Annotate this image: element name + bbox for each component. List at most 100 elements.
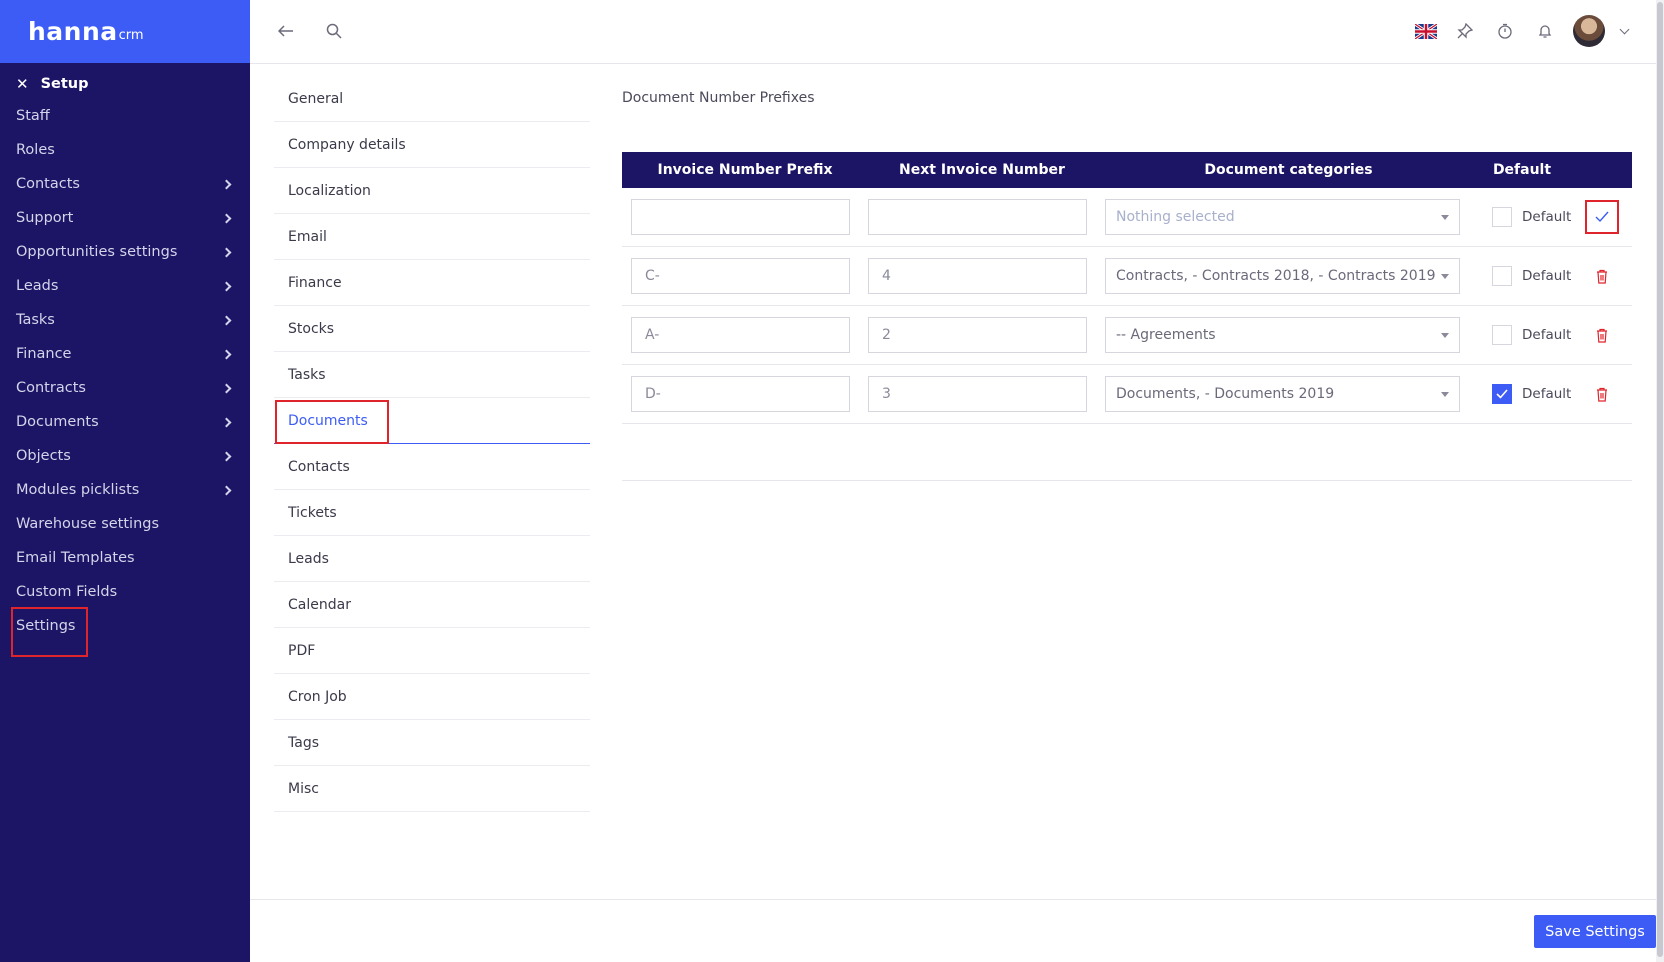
table-footer-spacer (622, 424, 1632, 481)
prefix-table: Invoice Number Prefix Next Invoice Numbe… (622, 152, 1632, 481)
sidebar-item-documents[interactable]: Documents (0, 405, 250, 439)
sidebar-item-modules-picklists[interactable]: Modules picklists (0, 473, 250, 507)
sidebar: hanna crm ✕ Setup Staff Roles Contacts Supp… (0, 0, 250, 962)
sidebar-item-support[interactable]: Support (0, 201, 250, 235)
next-number-input[interactable]: 4 (868, 258, 1087, 294)
check-icon (1496, 389, 1508, 399)
table-row: A- 2 -- Agreements Default (622, 306, 1632, 365)
sidebar-item-email-templates[interactable]: Email Templates (0, 541, 250, 575)
brand-suffix: crm (118, 28, 144, 43)
default-checkbox[interactable] (1492, 325, 1512, 345)
new-prefix-row: Nothing selected Default (622, 188, 1632, 247)
settings-menu-item-pdf[interactable]: PDF (274, 628, 590, 674)
table-header: Invoice Number Prefix Next Invoice Numbe… (622, 152, 1632, 188)
setup-title: Setup (40, 76, 89, 92)
footer: Save Settings (250, 899, 1656, 962)
chevron-right-icon (221, 417, 232, 427)
back-arrow-icon[interactable] (274, 19, 298, 43)
categories-select[interactable]: Nothing selected (1105, 199, 1460, 235)
settings-menu-item-documents[interactable]: Documents (274, 398, 590, 444)
settings-menu-item-stocks[interactable]: Stocks (274, 306, 590, 352)
save-settings-button[interactable]: Save Settings (1534, 915, 1656, 948)
prefix-input[interactable]: A- (631, 317, 850, 353)
settings-menu-item-localization[interactable]: Localization (274, 168, 590, 214)
chevron-right-icon (221, 451, 232, 461)
sidebar-item-label: Warehouse settings (16, 516, 160, 532)
pin-icon[interactable] (1453, 19, 1477, 43)
sidebar-item-label: Tasks (16, 312, 55, 328)
header-next-number: Next Invoice Number (899, 162, 1065, 178)
default-checkbox[interactable] (1492, 207, 1512, 227)
delete-row-button[interactable] (1593, 385, 1611, 403)
settings-menu-item-cron-job[interactable]: Cron Job (274, 674, 590, 720)
settings-menu-item-email[interactable]: Email (274, 214, 590, 260)
categories-select-value: Documents, - Documents 2019 (1116, 386, 1335, 402)
settings-menu-item-tags[interactable]: Tags (274, 720, 590, 766)
prefix-input[interactable]: D- (631, 376, 850, 412)
chevron-right-icon (221, 315, 232, 325)
search-icon[interactable] (322, 19, 346, 43)
settings-menu-item-misc[interactable]: Misc (274, 766, 590, 812)
categories-select-value: Nothing selected (1116, 209, 1235, 225)
chevron-right-icon (221, 213, 232, 223)
trash-icon (1597, 387, 1607, 402)
sidebar-item-tasks[interactable]: Tasks (0, 303, 250, 337)
settings-menu-item-contacts[interactable]: Contacts (274, 444, 590, 490)
sidebar-item-opportunities-settings[interactable]: Opportunities settings (0, 235, 250, 269)
categories-select[interactable]: Contracts, - Contracts 2018, - Contracts… (1105, 258, 1460, 294)
delete-row-button[interactable] (1593, 326, 1611, 344)
default-label: Default (1522, 209, 1572, 225)
default-checkbox[interactable] (1492, 384, 1512, 404)
sidebar-item-warehouse-settings[interactable]: Warehouse settings (0, 507, 250, 541)
settings-menu-item-finance[interactable]: Finance (274, 260, 590, 306)
default-checkbox[interactable] (1492, 266, 1512, 286)
sidebar-item-leads[interactable]: Leads (0, 269, 250, 303)
delete-row-button[interactable] (1593, 267, 1611, 285)
add-row-button[interactable] (1585, 200, 1619, 234)
sidebar-item-label: Roles (16, 142, 55, 158)
caret-down-icon (1441, 273, 1449, 279)
sidebar-item-staff[interactable]: Staff (0, 99, 250, 133)
sidebar-item-label: Custom Fields (16, 584, 118, 600)
sidebar-item-finance[interactable]: Finance (0, 337, 250, 371)
user-avatar[interactable] (1573, 15, 1605, 47)
next-number-input[interactable] (868, 199, 1087, 235)
page-title: Document Number Prefixes (622, 90, 815, 106)
timer-icon[interactable] (1493, 19, 1517, 43)
sidebar-item-label: Staff (16, 108, 50, 124)
next-number-input[interactable]: 3 (868, 376, 1087, 412)
brand-logo[interactable]: hanna crm (0, 0, 250, 63)
topbar (250, 0, 1656, 64)
sidebar-item-objects[interactable]: Objects (0, 439, 250, 473)
close-icon[interactable]: ✕ (16, 75, 29, 93)
settings-menu-item-general[interactable]: General (274, 76, 590, 122)
categories-select-value: -- Agreements (1116, 327, 1216, 343)
scrollbar-thumb[interactable] (1657, 2, 1663, 957)
sidebar-item-contracts[interactable]: Contracts (0, 371, 250, 405)
sidebar-item-contacts[interactable]: Contacts (0, 167, 250, 201)
sidebar-item-settings[interactable]: Settings (0, 607, 250, 657)
main-content: Document Number Prefixes Invoice Number … (622, 76, 1632, 481)
header-prefix: Invoice Number Prefix (657, 162, 833, 178)
next-number-input[interactable]: 2 (868, 317, 1087, 353)
uk-flag-icon[interactable] (1415, 23, 1437, 39)
prefix-input[interactable] (631, 199, 850, 235)
categories-select[interactable]: Documents, - Documents 2019 (1105, 376, 1460, 412)
sidebar-item-roles[interactable]: Roles (0, 133, 250, 167)
settings-menu-item-company-details[interactable]: Company details (274, 122, 590, 168)
settings-menu-item-tasks[interactable]: Tasks (274, 352, 590, 398)
check-icon (1595, 211, 1609, 223)
caret-down-icon (1441, 332, 1449, 338)
page-scrollbar[interactable] (1656, 0, 1664, 962)
settings-menu-item-tickets[interactable]: Tickets (274, 490, 590, 536)
categories-select-value: Contracts, - Contracts 2018, - Contracts… (1116, 268, 1436, 284)
chevron-right-icon (221, 383, 232, 393)
settings-menu-item-leads[interactable]: Leads (274, 536, 590, 582)
sidebar-item-custom-fields[interactable]: Custom Fields (0, 575, 250, 609)
sidebar-item-label: Support (16, 210, 74, 226)
bell-icon[interactable] (1533, 19, 1557, 43)
settings-menu-item-calendar[interactable]: Calendar (274, 582, 590, 628)
chevron-down-icon[interactable] (1619, 24, 1630, 34)
categories-select[interactable]: -- Agreements (1105, 317, 1460, 353)
prefix-input[interactable]: C- (631, 258, 850, 294)
